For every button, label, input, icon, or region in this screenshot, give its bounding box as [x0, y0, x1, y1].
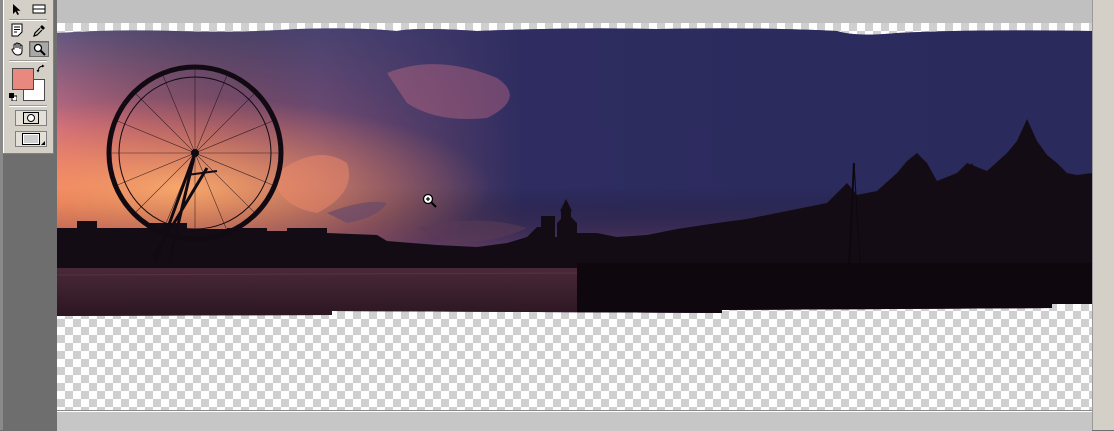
hand-icon [10, 42, 22, 56]
swap-colors-icon[interactable] [36, 64, 46, 74]
move-tool-button[interactable] [7, 1, 27, 17]
notes-tool-button[interactable] [7, 22, 27, 38]
london-panorama-photo [57, 28, 1092, 316]
standard-mode-button[interactable] [15, 110, 47, 126]
divider [9, 20, 47, 21]
document-canvas[interactable] [57, 23, 1092, 411]
divider [9, 106, 47, 107]
eraser-icon [32, 4, 46, 14]
divider [9, 61, 47, 62]
right-scroll-gutter[interactable] [1092, 0, 1114, 430]
magnifier-icon [33, 43, 46, 56]
default-colors-icon[interactable] [9, 93, 17, 101]
zoom-tool-button[interactable] [29, 41, 49, 57]
toolbox-panel [3, 0, 54, 154]
document-window [57, 0, 1092, 430]
eyedropper-tool-button[interactable] [29, 22, 49, 38]
canvas-bottom-bar [57, 411, 1092, 431]
hand-tool-button[interactable] [7, 41, 27, 57]
eyedropper-icon [32, 24, 45, 37]
screen-mode-icon [22, 133, 40, 145]
screen-mode-button[interactable] [15, 131, 47, 147]
foreground-color-swatch[interactable] [12, 68, 34, 90]
arrow-pointer-icon [13, 3, 21, 15]
eraser-tool-button[interactable] [29, 1, 49, 17]
quick-mask-icon [23, 112, 39, 124]
dropdown-arrow-icon [41, 141, 45, 145]
note-icon [11, 23, 22, 37]
